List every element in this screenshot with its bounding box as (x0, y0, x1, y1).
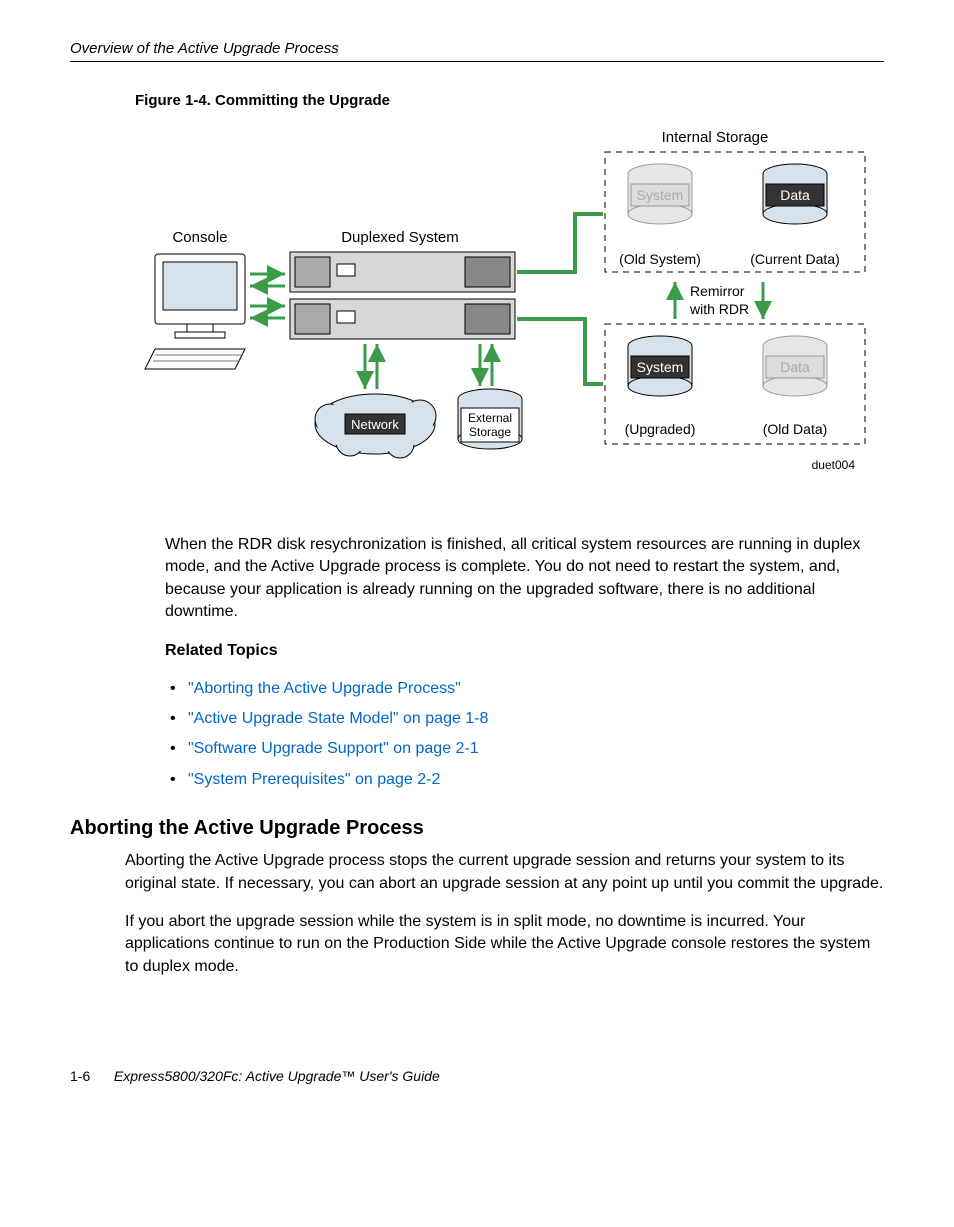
label-current-data: (Current Data) (750, 251, 839, 267)
svg-text:Storage: Storage (469, 425, 511, 439)
section-para-1: Aborting the Active Upgrade process stop… (125, 850, 884, 895)
related-topics-heading: Related Topics (165, 642, 884, 660)
network-cloud: Network Network (315, 394, 436, 458)
svg-text:Data: Data (780, 359, 810, 375)
label-remirror2: with RDR (689, 301, 749, 317)
body-para-1: When the RDR disk resychronization is fi… (165, 534, 884, 624)
label-internal-storage: Internal Storage (662, 129, 769, 146)
page-footer: 1-6 Express5800/320Fc: Active Upgrade™ U… (70, 1068, 884, 1084)
svg-text:System: System (637, 359, 684, 375)
page-number: 1-6 (70, 1068, 110, 1084)
related-link-1[interactable]: •"Aborting the Active Upgrade Process" (170, 674, 884, 704)
label-remirror1: Remirror (690, 283, 745, 299)
related-links-list: •"Aborting the Active Upgrade Process" •… (170, 674, 884, 796)
figure-diagram: Internal Storage System Dat (115, 124, 884, 509)
svg-text:System: System (637, 187, 684, 203)
cylinder-system-old: System (628, 164, 692, 224)
svg-text:Data: Data (780, 187, 810, 203)
related-link-2[interactable]: •"Active Upgrade State Model" on page 1-… (170, 704, 884, 734)
figure-caption: Figure 1-4. Committing the Upgrade (135, 92, 884, 109)
svg-text:Network: Network (351, 417, 399, 432)
cylinder-data-current: Data (763, 164, 827, 224)
console-icon (145, 254, 245, 369)
related-link-3[interactable]: •"Software Upgrade Support" on page 2-1 (170, 734, 884, 764)
server-top (290, 252, 515, 292)
label-old-system: (Old System) (619, 251, 701, 267)
label-duplexed-system: Duplexed System (341, 229, 459, 246)
section-para-2: If you abort the upgrade session while t… (125, 911, 884, 978)
server-bottom (290, 299, 515, 339)
footer-title: Express5800/320Fc: Active Upgrade™ User'… (114, 1068, 440, 1084)
label-old-data: (Old Data) (763, 421, 828, 437)
cylinder-system-upgraded: System (628, 336, 692, 396)
label-upgraded: (Upgraded) (625, 421, 696, 437)
cylinder-data-old: Data (763, 336, 827, 396)
svg-text:External: External (468, 411, 512, 425)
section-heading: Aborting the Active Upgrade Process (70, 817, 884, 840)
related-link-4[interactable]: •"System Prerequisites" on page 2-2 (170, 765, 884, 795)
running-header: Overview of the Active Upgrade Process (70, 40, 884, 62)
figure-ref: duet004 (812, 458, 856, 472)
label-console: Console (172, 229, 227, 246)
external-storage-cylinder: External Storage (458, 389, 522, 449)
